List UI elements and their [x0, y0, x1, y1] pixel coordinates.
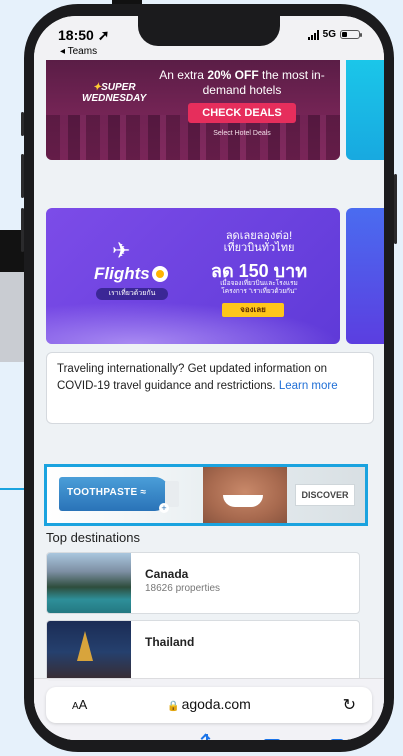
tabs-icon[interactable] [330, 739, 344, 740]
plus-icon: + [159, 503, 169, 513]
leaf-icon: ≈ [140, 487, 147, 498]
destination-card-thailand[interactable]: Thailand [46, 620, 360, 682]
cloud-graphic [46, 302, 340, 344]
phone-side-button [21, 112, 24, 136]
status-time: 18:50 ➚ [58, 27, 110, 43]
text-size-button[interactable]: AA [72, 697, 87, 712]
book-now-button[interactable]: จองเลย [222, 303, 284, 317]
reload-icon[interactable]: ↻ [343, 695, 356, 715]
flights-logo: Flights [94, 264, 150, 283]
phone-screen: 18:50 ➚ ◂ Teams 5G ✦SUPER WEDNESDAY An e… [34, 16, 384, 740]
flights-promo-banner[interactable]: ✈ Flights เราเที่ยวด้วยกัน ลดเลยลองต่อ! เ… [46, 208, 340, 344]
carousel-next-card[interactable] [346, 60, 384, 160]
page-content: ✦SUPER WEDNESDAY An extra 20% OFF the mo… [34, 60, 384, 740]
star-icon: ✦ [92, 82, 102, 93]
banner-headline: An extra 20% OFF the most in-demand hote… [159, 68, 325, 97]
agoda-logo-icon [152, 266, 168, 282]
super-wednesday-badge: ✦SUPER WEDNESDAY [82, 82, 147, 104]
bookmarks-icon[interactable] [264, 737, 282, 740]
status-indicators: 5G [307, 29, 362, 40]
destination-thumbnail [47, 621, 131, 681]
carousel-next-card[interactable] [346, 208, 384, 344]
phone-side-button [21, 208, 24, 252]
discover-button[interactable]: DISCOVER [295, 484, 355, 506]
ad-product-text: TOOTHPASTE ≈ [67, 487, 147, 498]
back-chevron-icon[interactable]: ‹ [64, 737, 70, 740]
destination-property-count: 18626 properties [145, 583, 221, 594]
phone-side-button [394, 174, 397, 244]
banner-subtext: Select Hotel Deals [213, 130, 271, 137]
forward-chevron-icon[interactable]: › [130, 737, 136, 740]
signal-icon [307, 29, 319, 40]
destination-name: Thailand [145, 635, 195, 649]
teeth-graphic [223, 495, 263, 507]
promo-headline: ลดเลยลองต่อ! เที่ยวบินทั่วไทย [223, 230, 295, 254]
toothpaste-ad-banner[interactable]: TOOTHPASTE ≈ + DISCOVER [44, 464, 368, 526]
check-deals-button[interactable]: CHECK DEALS [188, 103, 296, 123]
destination-thumbnail [47, 553, 131, 613]
notch [138, 16, 280, 46]
phone-side-button [21, 154, 24, 198]
covid-notice-card: Traveling internationally? Get updated i… [46, 352, 374, 424]
share-icon[interactable] [198, 733, 216, 740]
campaign-pill: เราเที่ยวด้วยกัน [96, 288, 168, 300]
safari-toolbar: AA 🔒agoda.com ↻ ‹ › [34, 678, 384, 740]
network-type: 5G [322, 29, 336, 40]
promo-fineprint: เมื่อจองเที่ยวบินและโรงแรม โครงการ "เราเท… [220, 280, 298, 295]
super-wednesday-banner[interactable]: ✦SUPER WEDNESDAY An extra 20% OFF the mo… [46, 60, 340, 160]
top-destinations-title: Top destinations [46, 530, 140, 545]
airplane-icon: ✈ [112, 238, 131, 263]
url-text[interactable]: 🔒 agoda.com [146, 696, 272, 712]
battery-icon [340, 30, 362, 39]
back-to-app-link[interactable]: ◂ Teams [60, 46, 97, 57]
destination-card-canada[interactable]: Canada 18626 properties [46, 552, 360, 614]
location-arrow-icon: ➚ [97, 27, 110, 43]
address-bar[interactable]: AA 🔒 agoda.com ↻ [46, 687, 372, 723]
lock-icon: 🔒 [167, 701, 180, 712]
learn-more-link[interactable]: Learn more [279, 380, 338, 392]
destination-name: Canada [145, 567, 189, 581]
